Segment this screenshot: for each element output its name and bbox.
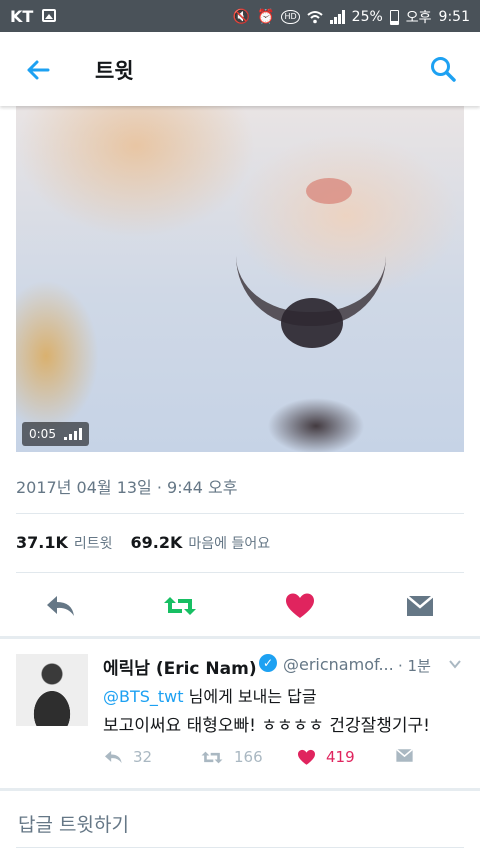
dm-icon [395,748,414,762]
like-count[interactable]: 69.2K [131,533,183,552]
section-separator [0,636,480,639]
video-duration-badge: 0:05 [22,422,89,446]
section-separator [0,788,480,791]
signal-icon [329,10,345,24]
replying-to: @BTS_twt 님에게 보내는 답글 [103,683,317,707]
hd-voice-icon: HD [281,10,300,24]
status-bar: KT 🔇 ⏰ HD 25% 오후 9:51 [0,0,480,32]
verified-icon: ✓ [259,654,277,672]
retweet-icon [201,751,223,763]
mention-link[interactable]: @BTS_twt [103,687,184,706]
tweet-stats: 37.1K 리트윗 69.2K 마음에 들어요 [16,533,270,553]
mute-icon: 🔇 [232,9,251,25]
clock-time: 9:51 [438,9,470,25]
tweet-actions [0,586,480,626]
replying-to-label: 님에게 보내는 답글 [183,687,317,706]
tweet-timestamp: 2017년 04월 13일 · 9:44 오후 [16,478,238,497]
reply-author-name[interactable]: 에릭남 (Eric Nam) [103,654,257,679]
heart-icon [298,749,315,765]
divider [16,572,464,573]
status-icons: 🔇 ⏰ HD 25% 오후 9:51 [233,7,470,27]
retweet-icon [164,597,196,615]
volume-icon [63,428,82,440]
reply-icon [47,596,74,616]
reply-icon [105,750,122,764]
app-bar: 트윗 [0,32,480,106]
reply-reply-count: 32 [133,748,153,766]
reply-like-count: 419 [326,748,355,766]
divider [16,513,464,514]
carrier-label: KT [10,7,34,26]
retweet-count[interactable]: 37.1K [16,533,68,552]
clock-ampm: 오후 [405,10,432,26]
video-duration: 0:05 [29,427,56,441]
like-button[interactable] [282,588,318,624]
search-icon[interactable] [428,54,458,84]
back-arrow-icon[interactable] [22,54,54,86]
avatar[interactable] [16,654,88,726]
video-frame-detail [306,178,352,204]
like-count-label: 마음에 들어요 [188,536,271,552]
reply-button[interactable] [42,588,78,624]
compose-underline [16,847,464,848]
alarm-icon: ⏰ [257,9,275,25]
reply-author-handle: @ericnamof... [283,655,394,674]
gallery-notification-icon [42,9,56,22]
retweet-count-label: 리트윗 [73,536,113,552]
reply-retweet-button[interactable]: 166 [200,748,263,766]
chevron-down-icon[interactable] [448,657,462,671]
battery-icon [389,9,399,25]
wifi-icon [307,11,323,24]
video-frame-detail [281,298,343,348]
heart-icon [286,593,314,618]
reply-text: 보고이써요 태형오빠! ㅎㅎㅎㅎ 건강잘챙기구! [103,716,431,736]
reply-dm-button[interactable] [395,748,414,763]
page-title: 트윗 [95,59,134,83]
reply-reply-button[interactable]: 32 [103,748,152,766]
reply-like-button[interactable]: 419 [297,748,355,766]
dm-icon [406,595,434,616]
battery-percent: 25% [351,9,383,25]
direct-message-button[interactable] [402,588,438,624]
tweet-video[interactable]: 0:05 [16,106,464,452]
reply-retweet-count: 166 [234,748,263,766]
reply-time: · 1분 [398,657,431,675]
reply-tweet[interactable]: 에릭남 (Eric Nam) ✓ @ericnamof... · 1분 @BTS… [0,640,480,784]
retweet-button[interactable] [162,588,198,624]
compose-reply-field[interactable]: 답글 트윗하기 [18,810,129,837]
